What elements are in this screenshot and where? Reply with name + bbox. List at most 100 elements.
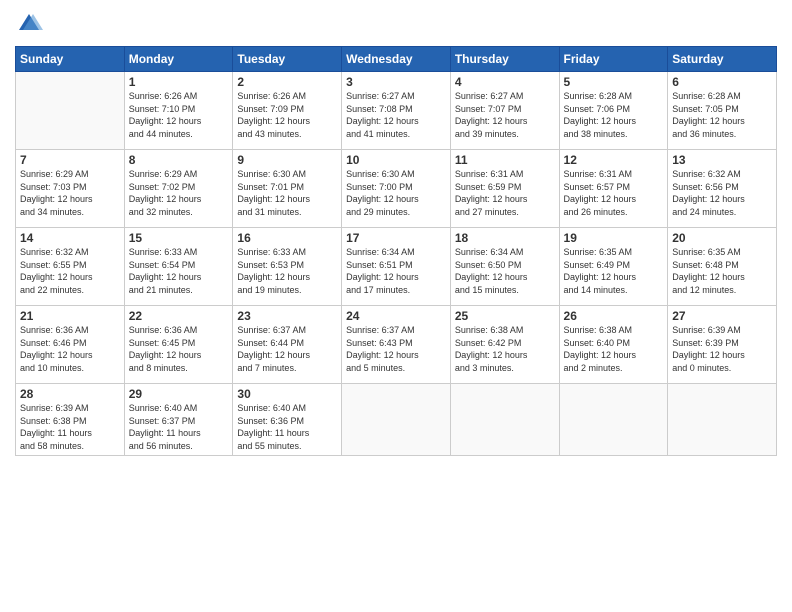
day-number: 23 — [237, 309, 337, 323]
day-number: 17 — [346, 231, 446, 245]
day-number: 16 — [237, 231, 337, 245]
day-info: Sunrise: 6:27 AM Sunset: 7:07 PM Dayligh… — [455, 90, 555, 140]
day-number: 10 — [346, 153, 446, 167]
calendar-cell: 25Sunrise: 6:38 AM Sunset: 6:42 PM Dayli… — [450, 306, 559, 384]
calendar-week-2: 7Sunrise: 6:29 AM Sunset: 7:03 PM Daylig… — [16, 150, 777, 228]
calendar-cell: 23Sunrise: 6:37 AM Sunset: 6:44 PM Dayli… — [233, 306, 342, 384]
logo — [15, 10, 47, 38]
day-number: 8 — [129, 153, 229, 167]
day-number: 14 — [20, 231, 120, 245]
weekday-header-sunday: Sunday — [16, 47, 125, 72]
calendar-cell: 8Sunrise: 6:29 AM Sunset: 7:02 PM Daylig… — [124, 150, 233, 228]
day-number: 18 — [455, 231, 555, 245]
calendar-cell: 14Sunrise: 6:32 AM Sunset: 6:55 PM Dayli… — [16, 228, 125, 306]
calendar-cell — [668, 384, 777, 456]
day-number: 27 — [672, 309, 772, 323]
calendar-cell: 30Sunrise: 6:40 AM Sunset: 6:36 PM Dayli… — [233, 384, 342, 456]
calendar-cell: 22Sunrise: 6:36 AM Sunset: 6:45 PM Dayli… — [124, 306, 233, 384]
calendar-cell: 3Sunrise: 6:27 AM Sunset: 7:08 PM Daylig… — [342, 72, 451, 150]
calendar-cell: 6Sunrise: 6:28 AM Sunset: 7:05 PM Daylig… — [668, 72, 777, 150]
day-info: Sunrise: 6:26 AM Sunset: 7:10 PM Dayligh… — [129, 90, 229, 140]
calendar-cell: 11Sunrise: 6:31 AM Sunset: 6:59 PM Dayli… — [450, 150, 559, 228]
weekday-header-wednesday: Wednesday — [342, 47, 451, 72]
day-number: 30 — [237, 387, 337, 401]
day-number: 22 — [129, 309, 229, 323]
day-info: Sunrise: 6:30 AM Sunset: 7:01 PM Dayligh… — [237, 168, 337, 218]
calendar-cell: 26Sunrise: 6:38 AM Sunset: 6:40 PM Dayli… — [559, 306, 668, 384]
day-info: Sunrise: 6:39 AM Sunset: 6:38 PM Dayligh… — [20, 402, 120, 452]
logo-icon — [15, 10, 43, 38]
day-number: 2 — [237, 75, 337, 89]
day-number: 28 — [20, 387, 120, 401]
day-number: 12 — [564, 153, 664, 167]
day-number: 5 — [564, 75, 664, 89]
day-number: 20 — [672, 231, 772, 245]
day-info: Sunrise: 6:34 AM Sunset: 6:51 PM Dayligh… — [346, 246, 446, 296]
day-info: Sunrise: 6:32 AM Sunset: 6:55 PM Dayligh… — [20, 246, 120, 296]
day-info: Sunrise: 6:27 AM Sunset: 7:08 PM Dayligh… — [346, 90, 446, 140]
day-info: Sunrise: 6:33 AM Sunset: 6:53 PM Dayligh… — [237, 246, 337, 296]
calendar-cell: 5Sunrise: 6:28 AM Sunset: 7:06 PM Daylig… — [559, 72, 668, 150]
day-info: Sunrise: 6:32 AM Sunset: 6:56 PM Dayligh… — [672, 168, 772, 218]
calendar-cell: 17Sunrise: 6:34 AM Sunset: 6:51 PM Dayli… — [342, 228, 451, 306]
day-info: Sunrise: 6:28 AM Sunset: 7:06 PM Dayligh… — [564, 90, 664, 140]
day-info: Sunrise: 6:31 AM Sunset: 6:57 PM Dayligh… — [564, 168, 664, 218]
calendar-cell — [559, 384, 668, 456]
day-number: 29 — [129, 387, 229, 401]
day-number: 25 — [455, 309, 555, 323]
day-info: Sunrise: 6:36 AM Sunset: 6:45 PM Dayligh… — [129, 324, 229, 374]
calendar-cell: 7Sunrise: 6:29 AM Sunset: 7:03 PM Daylig… — [16, 150, 125, 228]
day-info: Sunrise: 6:29 AM Sunset: 7:03 PM Dayligh… — [20, 168, 120, 218]
day-info: Sunrise: 6:26 AM Sunset: 7:09 PM Dayligh… — [237, 90, 337, 140]
calendar-cell: 27Sunrise: 6:39 AM Sunset: 6:39 PM Dayli… — [668, 306, 777, 384]
day-info: Sunrise: 6:31 AM Sunset: 6:59 PM Dayligh… — [455, 168, 555, 218]
day-number: 13 — [672, 153, 772, 167]
day-info: Sunrise: 6:34 AM Sunset: 6:50 PM Dayligh… — [455, 246, 555, 296]
calendar-week-5: 28Sunrise: 6:39 AM Sunset: 6:38 PM Dayli… — [16, 384, 777, 456]
calendar-cell: 2Sunrise: 6:26 AM Sunset: 7:09 PM Daylig… — [233, 72, 342, 150]
calendar-cell: 24Sunrise: 6:37 AM Sunset: 6:43 PM Dayli… — [342, 306, 451, 384]
calendar-week-4: 21Sunrise: 6:36 AM Sunset: 6:46 PM Dayli… — [16, 306, 777, 384]
calendar-cell — [342, 384, 451, 456]
calendar-cell: 13Sunrise: 6:32 AM Sunset: 6:56 PM Dayli… — [668, 150, 777, 228]
calendar-cell: 4Sunrise: 6:27 AM Sunset: 7:07 PM Daylig… — [450, 72, 559, 150]
calendar-cell — [450, 384, 559, 456]
calendar-cell: 21Sunrise: 6:36 AM Sunset: 6:46 PM Dayli… — [16, 306, 125, 384]
day-info: Sunrise: 6:33 AM Sunset: 6:54 PM Dayligh… — [129, 246, 229, 296]
weekday-header-tuesday: Tuesday — [233, 47, 342, 72]
calendar-cell: 18Sunrise: 6:34 AM Sunset: 6:50 PM Dayli… — [450, 228, 559, 306]
day-info: Sunrise: 6:37 AM Sunset: 6:43 PM Dayligh… — [346, 324, 446, 374]
weekday-header-monday: Monday — [124, 47, 233, 72]
calendar-cell: 15Sunrise: 6:33 AM Sunset: 6:54 PM Dayli… — [124, 228, 233, 306]
day-info: Sunrise: 6:40 AM Sunset: 6:37 PM Dayligh… — [129, 402, 229, 452]
calendar-cell: 19Sunrise: 6:35 AM Sunset: 6:49 PM Dayli… — [559, 228, 668, 306]
weekday-header-row: SundayMondayTuesdayWednesdayThursdayFrid… — [16, 47, 777, 72]
page: SundayMondayTuesdayWednesdayThursdayFrid… — [0, 0, 792, 612]
header — [15, 10, 777, 38]
calendar-cell: 12Sunrise: 6:31 AM Sunset: 6:57 PM Dayli… — [559, 150, 668, 228]
calendar-week-3: 14Sunrise: 6:32 AM Sunset: 6:55 PM Dayli… — [16, 228, 777, 306]
day-info: Sunrise: 6:29 AM Sunset: 7:02 PM Dayligh… — [129, 168, 229, 218]
calendar-cell — [16, 72, 125, 150]
day-number: 19 — [564, 231, 664, 245]
calendar-cell: 9Sunrise: 6:30 AM Sunset: 7:01 PM Daylig… — [233, 150, 342, 228]
day-info: Sunrise: 6:35 AM Sunset: 6:48 PM Dayligh… — [672, 246, 772, 296]
day-info: Sunrise: 6:40 AM Sunset: 6:36 PM Dayligh… — [237, 402, 337, 452]
calendar-cell: 20Sunrise: 6:35 AM Sunset: 6:48 PM Dayli… — [668, 228, 777, 306]
day-info: Sunrise: 6:39 AM Sunset: 6:39 PM Dayligh… — [672, 324, 772, 374]
weekday-header-thursday: Thursday — [450, 47, 559, 72]
day-number: 1 — [129, 75, 229, 89]
day-info: Sunrise: 6:38 AM Sunset: 6:42 PM Dayligh… — [455, 324, 555, 374]
calendar-cell: 29Sunrise: 6:40 AM Sunset: 6:37 PM Dayli… — [124, 384, 233, 456]
calendar-cell: 10Sunrise: 6:30 AM Sunset: 7:00 PM Dayli… — [342, 150, 451, 228]
day-number: 15 — [129, 231, 229, 245]
day-number: 21 — [20, 309, 120, 323]
day-info: Sunrise: 6:36 AM Sunset: 6:46 PM Dayligh… — [20, 324, 120, 374]
day-info: Sunrise: 6:28 AM Sunset: 7:05 PM Dayligh… — [672, 90, 772, 140]
day-info: Sunrise: 6:37 AM Sunset: 6:44 PM Dayligh… — [237, 324, 337, 374]
day-number: 3 — [346, 75, 446, 89]
calendar-week-1: 1Sunrise: 6:26 AM Sunset: 7:10 PM Daylig… — [16, 72, 777, 150]
day-number: 7 — [20, 153, 120, 167]
weekday-header-saturday: Saturday — [668, 47, 777, 72]
calendar-cell: 16Sunrise: 6:33 AM Sunset: 6:53 PM Dayli… — [233, 228, 342, 306]
